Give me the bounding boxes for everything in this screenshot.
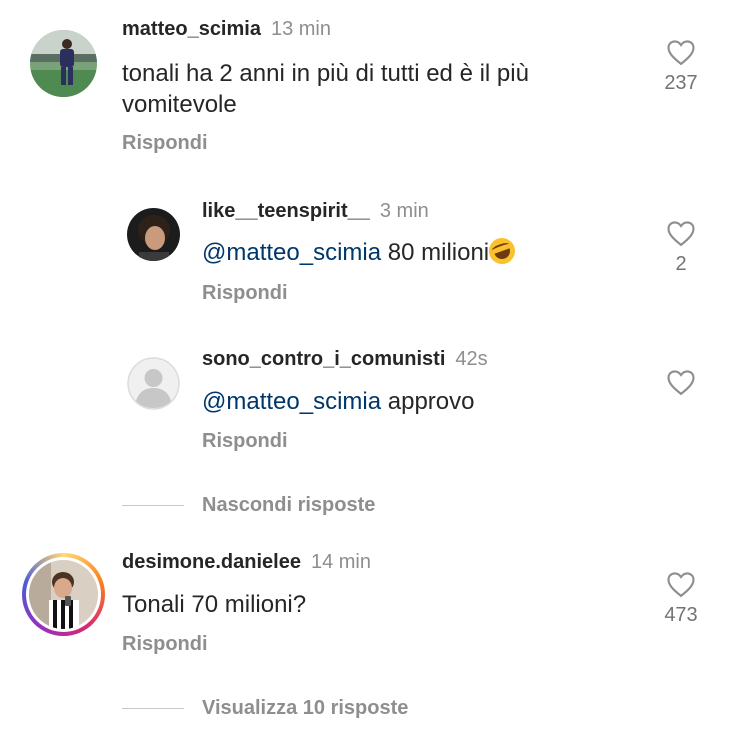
reply-text: @matteo_scimia 80 milioni xyxy=(202,234,519,268)
hide-replies-label: Nascondi risposte xyxy=(202,494,376,516)
mention-link[interactable]: @matteo_scimia xyxy=(202,388,381,415)
username[interactable]: matteo_scimia xyxy=(122,18,261,40)
mention-link[interactable]: @matteo_scimia xyxy=(202,239,381,266)
username[interactable]: desimone.danielee xyxy=(122,551,301,573)
avatar[interactable] xyxy=(30,30,97,97)
like-button[interactable]: 473 xyxy=(651,570,711,627)
timestamp: 14 min xyxy=(310,551,371,573)
username[interactable]: like__teenspirit__ xyxy=(202,200,370,222)
like-count: 473 xyxy=(664,604,698,626)
rolling-on-floor-laughing-icon xyxy=(485,234,519,268)
hide-replies-button[interactable]: Nascondi risposte xyxy=(122,494,375,517)
reply-button[interactable]: Rispondi xyxy=(122,132,208,155)
timestamp: 13 min xyxy=(270,18,331,40)
like-button[interactable]: 2 xyxy=(651,219,711,276)
view-replies-button[interactable]: Visualizza 10 risposte xyxy=(122,697,408,720)
heart-outline-icon xyxy=(667,221,695,247)
like-button[interactable] xyxy=(651,368,711,396)
avatar-photo xyxy=(29,560,98,629)
reply-text-body: approvo xyxy=(381,388,475,415)
reply-button[interactable]: Rispondi xyxy=(202,430,288,453)
comment-text: Tonali 70 milioni? xyxy=(122,591,307,618)
like-count: 2 xyxy=(675,253,687,275)
heart-outline-icon xyxy=(667,370,695,396)
reply-button[interactable]: Rispondi xyxy=(202,282,288,305)
view-replies-label: Visualizza 10 risposte xyxy=(202,697,409,719)
avatar[interactable] xyxy=(22,553,105,636)
like-count: 237 xyxy=(664,72,698,94)
heart-outline-icon xyxy=(667,572,695,598)
avatar[interactable] xyxy=(127,208,180,261)
like-button[interactable]: 237 xyxy=(651,38,711,95)
comment-text: tonali ha 2 anni in più di tutti ed è il… xyxy=(122,60,529,118)
divider xyxy=(122,504,184,507)
reply-text: @matteo_scimia approvo xyxy=(202,386,475,417)
timestamp: 3 min xyxy=(379,200,429,222)
timestamp: 42s xyxy=(455,348,488,370)
reply-button[interactable]: Rispondi xyxy=(122,633,208,656)
username[interactable]: sono_contro_i_comunisti xyxy=(202,348,445,370)
heart-outline-icon xyxy=(667,40,695,66)
default-user-avatar-icon[interactable] xyxy=(127,357,180,410)
divider xyxy=(122,707,184,710)
reply-text-body: 80 milioni xyxy=(381,239,490,266)
